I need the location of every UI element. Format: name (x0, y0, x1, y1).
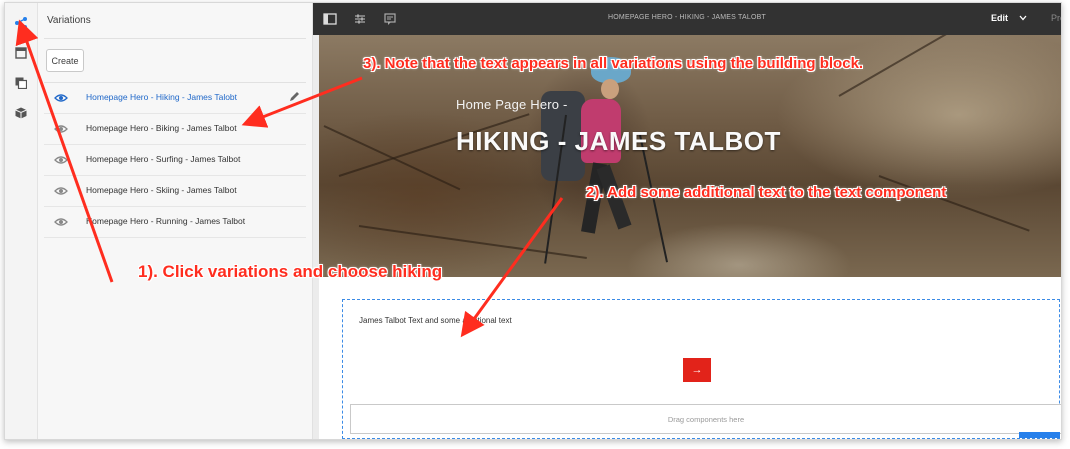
variations-panel: Variations Create Homepage Hero - Hiking… (38, 3, 313, 439)
preview-button[interactable]: Pre (1051, 13, 1061, 23)
divider (44, 38, 306, 39)
background-branch (358, 225, 587, 260)
annotation-step3: 3). Note that the text appears in all va… (363, 55, 864, 72)
text-component[interactable]: James Talbot Text and some additional te… (359, 316, 512, 325)
chevron-down-icon[interactable] (1019, 15, 1027, 21)
panel-title: Variations (47, 15, 91, 26)
annotation-step2: 2). Add some additional text to the text… (586, 184, 947, 201)
background-branch (323, 125, 461, 191)
variation-item-surfing[interactable]: Homepage Hero - Surfing - James Talbot (44, 145, 306, 176)
variation-item-hiking[interactable]: Homepage Hero - Hiking - James Talobt (44, 83, 306, 114)
variation-item-running[interactable]: Homepage Hero - Running - James Talbot (44, 207, 306, 238)
editor-toolbar: HOMEPAGE HERO - HIKING - JAMES TALOBT Ed… (313, 3, 1061, 35)
hiker-head (601, 79, 619, 99)
document-title: HOMEPAGE HERO - HIKING - JAMES TALOBT (608, 14, 766, 21)
icon-rail (5, 3, 38, 439)
hero-title: HIKING - JAMES TALBOT (456, 126, 781, 156)
variation-label: Homepage Hero - Skiing - James Talbot (86, 185, 237, 195)
variation-label: Homepage Hero - Running - James Talbot (86, 216, 246, 226)
pencil-icon[interactable] (288, 91, 300, 103)
eye-icon[interactable] (54, 185, 68, 197)
arrow-right-button[interactable]: → (683, 358, 711, 382)
background-branch (838, 35, 1013, 97)
copy-icon[interactable] (8, 71, 34, 95)
share-variations-icon[interactable] (8, 11, 34, 35)
annotation-step1: 1). Click variations and choose hiking (138, 262, 443, 281)
variation-label: Homepage Hero - Surfing - James Talbot (86, 154, 241, 164)
eye-icon[interactable] (54, 92, 68, 104)
edit-mode-button[interactable]: Edit (991, 13, 1008, 23)
variation-item-skiing[interactable]: Homepage Hero - Skiing - James Talbot (44, 176, 306, 207)
eye-icon[interactable] (54, 154, 68, 166)
hero-subtitle: Home Page Hero - (456, 97, 568, 112)
variation-label: Homepage Hero - Hiking - James Talobt (86, 92, 238, 102)
component-toolbar-tab[interactable] (1019, 432, 1060, 438)
variation-item-biking[interactable]: Homepage Hero - Biking - James Talbot (44, 114, 306, 145)
variation-label: Homepage Hero - Biking - James Talbot (86, 123, 237, 133)
page-icon[interactable] (8, 41, 34, 65)
variations-list: Homepage Hero - Hiking - James Talobt Ho… (44, 82, 306, 238)
create-button[interactable]: Create (46, 49, 84, 72)
eye-icon[interactable] (54, 123, 68, 135)
eye-icon[interactable] (54, 216, 68, 228)
package-icon[interactable] (8, 101, 34, 125)
drag-components-dropzone[interactable]: Drag components here (350, 404, 1061, 434)
selected-text-component[interactable]: James Talbot Text and some additional te… (342, 299, 1061, 439)
